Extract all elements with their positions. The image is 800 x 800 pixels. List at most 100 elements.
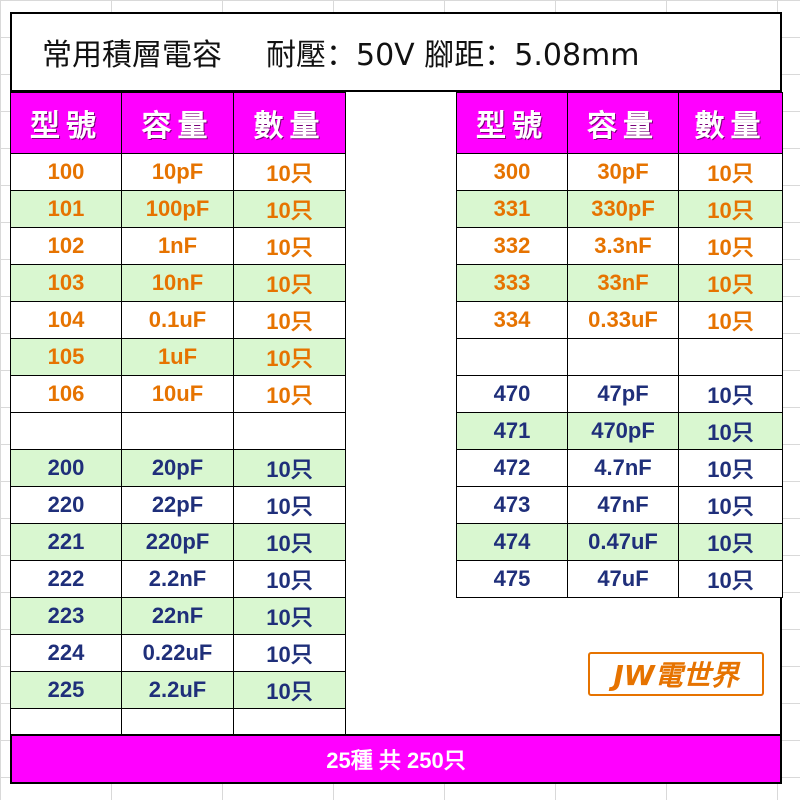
cell-qty: 10只 [233,597,346,635]
cell-capacity: 330pF [567,190,679,228]
cell-capacity: 0.33uF [567,301,679,339]
table-row: 220 22pF 10只 [10,486,346,524]
cell-qty: 10只 [678,153,783,191]
cell-model: 106 [10,375,122,413]
cell-model: 102 [10,227,122,265]
cell-qty: 10只 [678,227,783,265]
cell-capacity: 0.22uF [121,634,234,672]
cell-qty: 10只 [233,449,346,487]
cell-model: 101 [10,190,122,228]
cell-qty: 10只 [233,486,346,524]
cell-qty: 10只 [233,671,346,709]
page-title: 常用積層電容 耐壓：50V 腳距：5.08mm [10,12,782,92]
cell-qty: 10只 [233,523,346,561]
table-row [456,338,783,376]
table-row: 475 47uF 10只 [456,560,783,598]
left-header-row: 型號 容量 數量 [10,92,346,154]
cell-model: 223 [10,597,122,635]
table-row: 103 10nF 10只 [10,264,346,302]
cell-qty [233,412,346,450]
cell-qty: 10只 [678,375,783,413]
cell-model: 221 [10,523,122,561]
cell-capacity: 0.1uF [121,301,234,339]
cell-model [456,338,568,376]
cell-capacity: 47nF [567,486,679,524]
cell-model: 103 [10,264,122,302]
table-row: 474 0.47uF 10只 [456,523,783,561]
table-row: 102 1nF 10只 [10,227,346,265]
cell-model: 474 [456,523,568,561]
left-header-capacity: 容量 [121,92,234,154]
cell-model: 222 [10,560,122,598]
cell-capacity: 20pF [121,449,234,487]
cell-capacity: 1nF [121,227,234,265]
cell-model: 475 [456,560,568,598]
table-row: 300 30pF 10只 [456,153,783,191]
cell-capacity: 470pF [567,412,679,450]
table-row: 105 1uF 10只 [10,338,346,376]
table-row: 472 4.7nF 10只 [456,449,783,487]
right-capacitor-table: 型號 容量 數量 300 30pF 10只 331 330pF 10只 332 3.3nF 10… [456,92,783,598]
left-capacitor-table: 型號 容量 數量 100 10pF 10只 101 100pF 10只 102 1nF 10只 1… [10,92,346,746]
cell-capacity: 22pF [121,486,234,524]
table-row: 225 2.2uF 10只 [10,671,346,709]
summary-footer: 25種 共 250只 [10,734,782,784]
cell-qty [678,338,783,376]
table-row: 333 33nF 10只 [456,264,783,302]
cell-qty: 10只 [233,338,346,376]
cell-model: 334 [456,301,568,339]
cell-capacity [121,412,234,450]
cell-model: 471 [456,412,568,450]
cell-qty: 10只 [233,634,346,672]
table-row: 222 2.2nF 10只 [10,560,346,598]
table-row: 470 47pF 10只 [456,375,783,413]
cell-model: 225 [10,671,122,709]
cell-qty: 10只 [233,301,346,339]
cell-capacity: 220pF [121,523,234,561]
right-header-capacity: 容量 [567,92,679,154]
cell-model [10,412,122,450]
cell-model: 100 [10,153,122,191]
table-row: 101 100pF 10只 [10,190,346,228]
cell-qty: 10只 [233,375,346,413]
left-header-model: 型號 [10,92,122,154]
cell-capacity [567,338,679,376]
cell-qty: 10只 [678,301,783,339]
left-header-qty: 數量 [233,92,346,154]
cell-capacity: 4.7nF [567,449,679,487]
title-product: 常用積層電容 [42,38,222,73]
cell-capacity: 47pF [567,375,679,413]
right-header-model: 型號 [456,92,568,154]
table-row: 104 0.1uF 10只 [10,301,346,339]
cell-qty: 10只 [678,449,783,487]
cell-qty: 10只 [678,264,783,302]
cell-capacity: 10pF [121,153,234,191]
cell-capacity: 10nF [121,264,234,302]
cell-qty: 10只 [233,264,346,302]
cell-model: 472 [456,449,568,487]
cell-qty: 10只 [678,412,783,450]
title-specs: 耐壓：50V 腳距：5.08mm [266,38,640,73]
jw-logo: JW電世界 [588,652,764,696]
table-row: 100 10pF 10只 [10,153,346,191]
cell-qty: 10只 [678,560,783,598]
table-row: 106 10uF 10只 [10,375,346,413]
cell-capacity: 2.2nF [121,560,234,598]
cell-qty: 10只 [233,560,346,598]
right-header-qty: 數量 [678,92,783,154]
cell-qty: 10只 [233,153,346,191]
cell-qty: 10只 [233,227,346,265]
cell-qty: 10只 [678,486,783,524]
table-row: 223 22nF 10只 [10,597,346,635]
cell-capacity: 0.47uF [567,523,679,561]
cell-model: 332 [456,227,568,265]
cell-capacity: 1uF [121,338,234,376]
table-row: 331 330pF 10只 [456,190,783,228]
table-row: 221 220pF 10只 [10,523,346,561]
cell-model: 224 [10,634,122,672]
cell-model: 200 [10,449,122,487]
cell-model: 333 [456,264,568,302]
cell-model: 220 [10,486,122,524]
table-row [10,412,346,450]
cell-model: 104 [10,301,122,339]
